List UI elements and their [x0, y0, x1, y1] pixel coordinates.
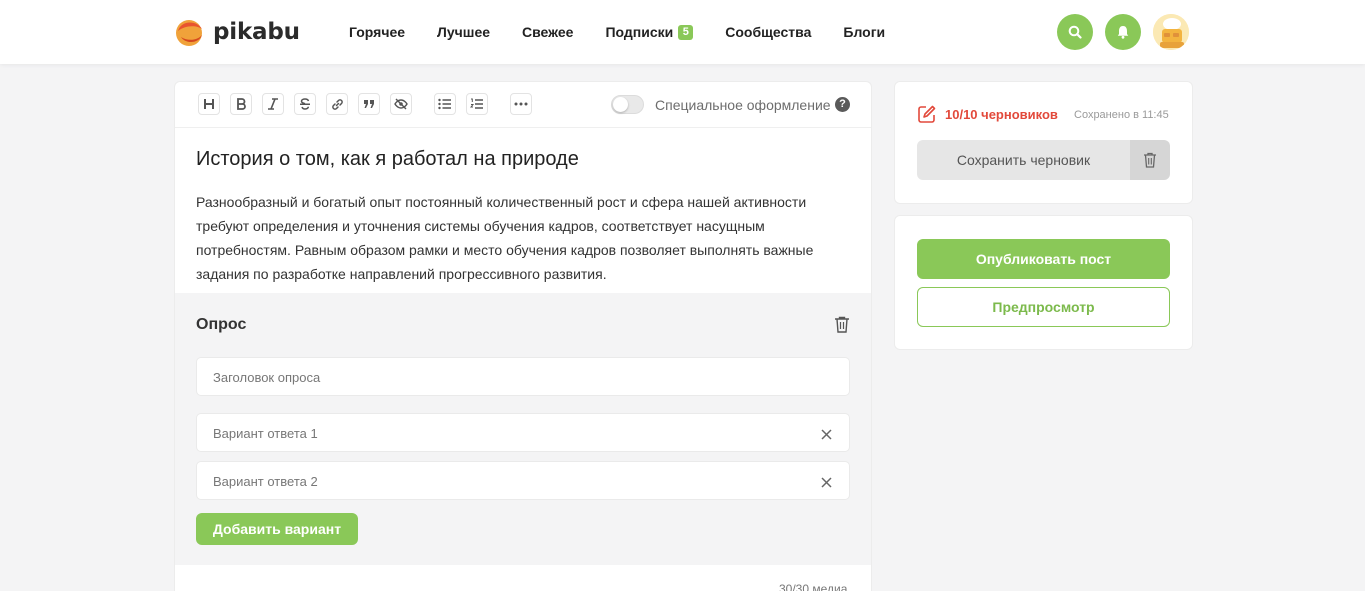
link-button[interactable] — [326, 93, 348, 115]
nav-fresh-label: Свежее — [522, 24, 574, 40]
nav-hot-label: Горячее — [349, 24, 406, 40]
subscriptions-count-badge: 5 — [678, 24, 694, 40]
bold-icon — [237, 98, 246, 110]
bulleted-list-icon — [438, 98, 451, 110]
poll-title-input[interactable]: Заголовок опроса — [196, 357, 850, 396]
search-button[interactable] — [1057, 14, 1093, 50]
edit-draft-icon — [918, 105, 936, 123]
post-title-input[interactable]: История о том, как я работал на природе — [196, 148, 579, 171]
publish-panel: Опубликовать пост Предпросмотр — [894, 215, 1193, 350]
strikethrough-button[interactable] — [294, 93, 316, 115]
drafts-count[interactable]: 10/10 черновиков — [945, 107, 1058, 122]
main-nav: Горячее Лучшее Свежее Подписки 5 Сообщес… — [349, 0, 917, 64]
numbered-list-button[interactable] — [466, 93, 488, 115]
editor-toolbar: Специальное оформление ? — [175, 82, 871, 128]
spoiler-icon — [394, 98, 408, 110]
nav-best-label: Лучшее — [437, 24, 491, 40]
bulleted-list-button[interactable] — [434, 93, 456, 115]
strikethrough-icon — [300, 98, 310, 110]
help-icon[interactable]: ? — [835, 97, 850, 112]
more-icon — [514, 102, 528, 106]
nav-blogs-label: Блоги — [843, 24, 886, 40]
quote-button[interactable] — [358, 93, 380, 115]
nav-communities[interactable]: Сообщества — [725, 24, 811, 40]
avatar-image — [1153, 14, 1189, 50]
trash-icon — [835, 316, 849, 333]
poll-option-2-placeholder: Вариант ответа 2 — [213, 474, 318, 489]
quote-icon — [364, 100, 374, 108]
delete-poll-button[interactable] — [834, 316, 850, 338]
add-option-button[interactable]: Добавить вариант — [196, 513, 358, 545]
remove-option-1-button[interactable] — [821, 427, 832, 445]
special-formatting-toggle[interactable] — [611, 95, 644, 114]
post-editor: Специальное оформление ? История о том, … — [174, 81, 872, 591]
bell-icon — [1117, 26, 1129, 39]
saved-timestamp: Сохранено в 11:45 — [1074, 109, 1169, 121]
special-formatting-label: Специальное оформление — [655, 97, 831, 113]
user-avatar[interactable] — [1153, 14, 1189, 50]
logo-text: pikabu — [213, 19, 300, 45]
nav-best[interactable]: Лучшее — [437, 24, 490, 40]
close-icon — [821, 429, 832, 440]
nav-communities-label: Сообщества — [725, 24, 812, 40]
numbered-list-icon — [470, 98, 483, 109]
nav-blogs[interactable]: Блоги — [843, 24, 885, 40]
poll-block: Опрос Заголовок опроса Вариант ответа 1 … — [175, 293, 871, 565]
poll-title-placeholder: Заголовок опроса — [213, 370, 321, 385]
pikabu-logo[interactable]: pikabu — [175, 17, 300, 47]
italic-icon — [268, 98, 278, 110]
preview-button[interactable]: Предпросмотр — [917, 287, 1170, 327]
poll-option-1-placeholder: Вариант ответа 1 — [213, 426, 318, 441]
link-icon — [331, 98, 343, 110]
save-draft-button[interactable]: Сохранить черновик — [917, 140, 1130, 180]
close-icon — [821, 477, 832, 488]
delete-draft-button[interactable] — [1130, 140, 1170, 180]
nav-subscriptions-label: Подписки — [605, 24, 674, 40]
trash-icon — [1144, 152, 1156, 168]
publish-post-button[interactable]: Опубликовать пост — [917, 239, 1170, 279]
poll-option-1-input[interactable]: Вариант ответа 1 — [196, 413, 850, 452]
drafts-panel: 10/10 черновиков Сохранено в 11:45 Сохра… — [894, 81, 1193, 204]
poll-option-2-input[interactable]: Вариант ответа 2 — [196, 461, 850, 500]
italic-button[interactable] — [262, 93, 284, 115]
post-body-editor[interactable]: Разнообразный и богатый опыт постоянный … — [196, 190, 851, 286]
media-counter: 30/30 медиа — [779, 582, 848, 591]
poll-heading: Опрос — [196, 316, 247, 333]
nav-subscriptions[interactable]: Подписки 5 — [605, 24, 694, 40]
more-options-button[interactable] — [510, 93, 532, 115]
search-icon — [1068, 25, 1082, 39]
heading-icon — [204, 99, 214, 109]
nav-fresh[interactable]: Свежее — [522, 24, 573, 40]
bold-button[interactable] — [230, 93, 252, 115]
notifications-button[interactable] — [1105, 14, 1141, 50]
remove-option-2-button[interactable] — [821, 475, 832, 493]
nav-hot[interactable]: Горячее — [349, 24, 405, 40]
heading-button[interactable] — [198, 93, 220, 115]
top-header: pikabu Горячее Лучшее Свежее Подписки 5 … — [0, 0, 1365, 64]
logo-icon — [176, 20, 202, 46]
spoiler-button[interactable] — [390, 93, 412, 115]
